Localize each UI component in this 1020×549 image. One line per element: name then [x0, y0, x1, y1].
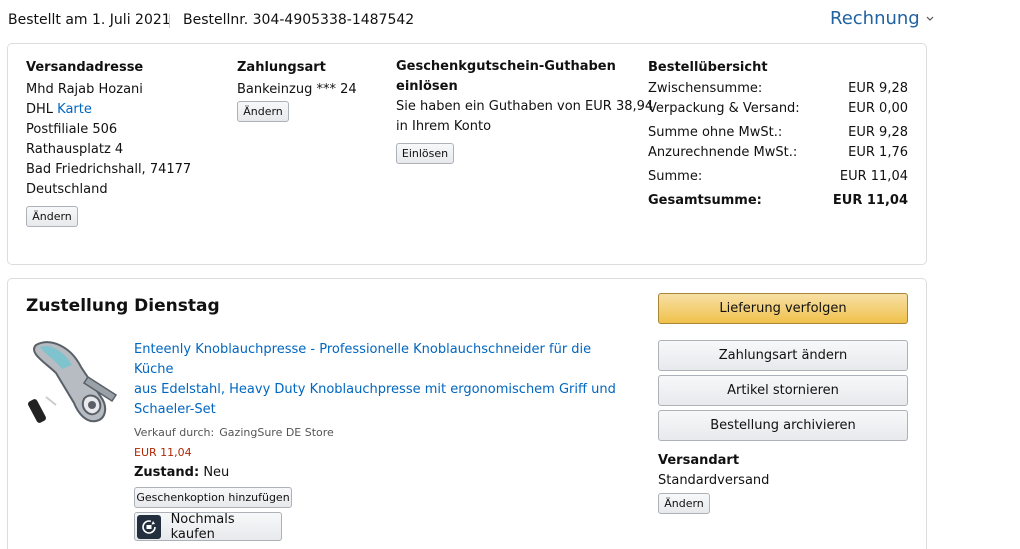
change-payment-method-button[interactable]: Zahlungsart ändern [658, 340, 908, 371]
product-title-link[interactable]: Enteenly Knoblauchpresse - Professionell… [134, 340, 634, 420]
change-address-button[interactable]: Ändern [26, 206, 78, 227]
gift-card-text-1: Sie haben ein Guthaben von EUR 38,94 [396, 99, 654, 114]
summary-value: EUR 11,04 [839, 169, 908, 184]
recipient-name: Mhd Rajab Hozani [26, 82, 143, 97]
summary-label: Zwischensumme: [648, 81, 763, 96]
condition-line: Zustand: Neu [134, 463, 634, 483]
order-number: Bestellnr. 304-4905338-1487542 [183, 12, 415, 28]
shipment-card: Zustellung Dienstag Enteenly Knoblauchpr… [7, 278, 927, 549]
summary-label: Verpackung & Versand: [648, 101, 800, 116]
product-title-line-1: Enteenly Knoblauchpresse - Professionell… [134, 342, 592, 377]
reorder-icon [137, 514, 161, 539]
product-price: EUR 11,04 [134, 446, 192, 459]
shipping-method-value: Standardversand [658, 473, 770, 488]
summary-value: EUR 9,28 [848, 81, 908, 96]
add-gift-option-button[interactable]: Geschenkoption hinzufügen [134, 487, 292, 508]
address-line-1: Postfiliale 506 [26, 122, 118, 137]
garlic-press-image [28, 341, 118, 423]
address-country: Deutschland [26, 182, 108, 197]
invoice-label: Rechnung [830, 8, 920, 29]
summary-total-row: Gesamtsumme: EUR 11,04 [648, 191, 908, 211]
product-title-line-2: aus Edelstahl, Heavy Duty Knoblauchpress… [134, 382, 616, 397]
product-title-line-3: Schaeler-Set [134, 402, 216, 417]
map-link[interactable]: Karte [57, 102, 92, 117]
condition-label: Zustand: [134, 465, 200, 480]
order-summary-section: Bestellübersicht Zwischensumme: EUR 9,28… [648, 60, 908, 211]
summary-label: Anzurechnende MwSt.: [648, 145, 798, 160]
seller-line: Verkauf durch: GazingSure DE Store [134, 422, 634, 442]
change-shipping-method-button[interactable]: Ändern [658, 493, 710, 514]
shipping-method-heading: Versandart [658, 453, 740, 468]
address-line-3: Bad Friedrichshall, 74177 [26, 162, 192, 177]
carrier-line: DHL Karte [26, 100, 226, 120]
gift-card-heading-1: Geschenkgutschein-Guthaben [396, 59, 616, 74]
chevron-down-icon [926, 16, 934, 21]
payment-method: Bankeinzug *** 24 [237, 82, 357, 97]
shipping-address-heading: Versandadresse [26, 60, 144, 75]
delivery-heading: Zustellung Dienstag [26, 296, 220, 316]
shipment-actions: Lieferung verfolgen Zahlungsart ändern A… [658, 293, 908, 514]
gift-card-section: Geschenkgutschein-Guthaben einlösen Sie … [396, 59, 656, 164]
summary-value: EUR 1,76 [848, 145, 908, 160]
order-summary-heading: Bestellübersicht [648, 60, 768, 75]
summary-value: EUR 9,28 [848, 125, 908, 140]
summary-row: Verpackung & Versand: EUR 0,00 [648, 99, 908, 119]
order-date: Bestellt am 1. Juli 2021 [8, 12, 171, 28]
seller-link[interactable]: GazingSure DE Store [219, 426, 334, 439]
product-image[interactable] [26, 337, 124, 429]
archive-order-button[interactable]: Bestellung archivieren [658, 410, 908, 441]
track-package-button[interactable]: Lieferung verfolgen [658, 293, 908, 324]
summary-row: Anzurechnende MwSt.: EUR 1,76 [648, 143, 908, 163]
change-payment-small-button[interactable]: Ändern [237, 101, 289, 122]
total-label: Gesamtsumme: [648, 193, 762, 208]
gift-card-text-2: in Ihrem Konto [396, 119, 492, 134]
product-details: Enteenly Knoblauchpresse - Professionell… [134, 340, 634, 542]
invoice-dropdown[interactable]: Rechnung [830, 8, 934, 29]
buy-again-label: Nochmals kaufen [170, 511, 235, 542]
sold-by-label: Verkauf durch: [134, 426, 215, 439]
order-details-card: Versandadresse Mhd Rajab Hozani DHL Kart… [7, 43, 927, 265]
total-value: EUR 11,04 [832, 193, 908, 208]
buy-again-button[interactable]: Nochmals kaufen [134, 511, 282, 542]
summary-row: Summe ohne MwSt.: EUR 9,28 [648, 123, 908, 143]
carrier-name: DHL [26, 102, 54, 117]
cancel-items-button[interactable]: Artikel stornieren [658, 375, 908, 406]
payment-heading: Zahlungsart [237, 60, 326, 75]
summary-row: Zwischensumme: EUR 9,28 [648, 79, 908, 99]
summary-label: Summe ohne MwSt.: [648, 125, 783, 140]
shipping-address-section: Versandadresse Mhd Rajab Hozani DHL Kart… [26, 60, 226, 227]
header-divider [169, 14, 170, 28]
gift-card-heading-2: einlösen [396, 79, 458, 94]
summary-value: EUR 0,00 [848, 101, 908, 116]
redeem-button[interactable]: Einlösen [396, 143, 454, 164]
condition-value: Neu [203, 465, 230, 480]
address-line-2: Rathausplatz 4 [26, 142, 124, 157]
summary-row: Summe: EUR 11,04 [648, 167, 908, 187]
payment-section: Zahlungsart Bankeinzug *** 24 Ändern [237, 60, 387, 122]
summary-label: Summe: [648, 169, 703, 184]
